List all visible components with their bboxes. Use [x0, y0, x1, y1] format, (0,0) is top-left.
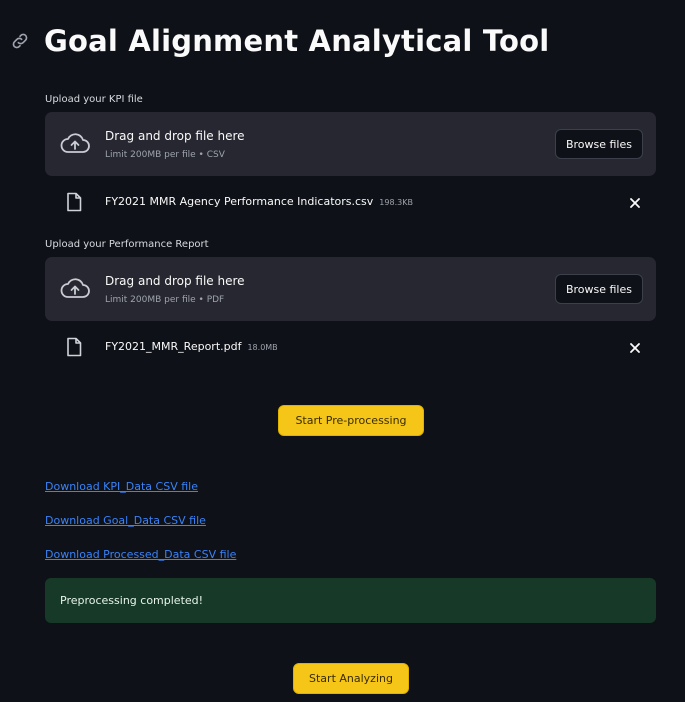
start-preprocessing-button[interactable]: Start Pre-processing: [278, 405, 424, 436]
kpi-browse-files-button[interactable]: Browse files: [554, 129, 643, 159]
kpi-uploaded-file: FY2021 MMR Agency Performance Indicators…: [45, 191, 656, 215]
cloud-upload-icon: [59, 277, 91, 301]
dropzone-limit: Limit 200MB per file • CSV: [105, 150, 225, 160]
close-icon[interactable]: [628, 340, 642, 354]
close-icon[interactable]: [628, 195, 642, 209]
header: Goal Alignment Analytical Tool: [10, 24, 549, 58]
dropzone-instructions: Drag and drop file here: [105, 274, 245, 288]
page-title: Goal Alignment Analytical Tool: [44, 24, 550, 58]
status-message: Preprocessing completed!: [60, 594, 204, 607]
dropzone-limit: Limit 200MB per file • PDF: [105, 295, 225, 305]
file-size: 198.3KB: [379, 198, 413, 207]
file-icon: [65, 192, 83, 212]
report-uploaded-file: FY2021_MMR_Report.pdf 18.0MB: [45, 336, 656, 360]
app-page: Goal Alignment Analytical Tool Upload yo…: [0, 0, 685, 702]
success-alert: Preprocessing completed!: [45, 578, 656, 623]
start-analyzing-button[interactable]: Start Analyzing: [293, 663, 409, 694]
download-kpi-data-link[interactable]: Download KPI_Data CSV file: [45, 480, 198, 493]
link-icon[interactable]: [10, 31, 30, 51]
file-icon: [65, 337, 83, 357]
dropzone-instructions: Drag and drop file here: [105, 129, 245, 143]
cloud-upload-icon: [59, 132, 91, 156]
download-goal-data-link[interactable]: Download Goal_Data CSV file: [45, 514, 206, 527]
report-browse-files-button[interactable]: Browse files: [554, 274, 643, 304]
report-upload-label: Upload your Performance Report: [45, 239, 209, 250]
download-processed-data-link[interactable]: Download Processed_Data CSV file: [45, 548, 236, 561]
file-size: 18.0MB: [247, 343, 278, 352]
kpi-upload-label: Upload your KPI file: [45, 94, 143, 105]
report-dropzone[interactable]: Drag and drop file here Limit 200MB per …: [45, 257, 656, 321]
file-name: FY2021_MMR_Report.pdf 18.0MB: [105, 340, 278, 353]
kpi-dropzone[interactable]: Drag and drop file here Limit 200MB per …: [45, 112, 656, 176]
file-name: FY2021 MMR Agency Performance Indicators…: [105, 195, 413, 208]
